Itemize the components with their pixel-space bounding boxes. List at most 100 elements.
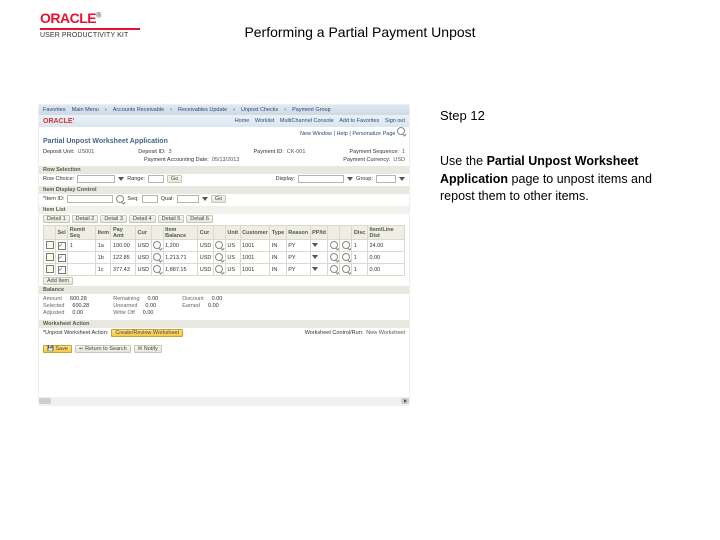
lookup-icon[interactable] xyxy=(215,241,223,249)
currency-value: USD xyxy=(393,157,405,163)
link-worklist[interactable]: Worklist xyxy=(255,118,274,124)
chevron-down-icon[interactable] xyxy=(202,197,208,201)
worksheet-action-label: *Unpost Worksheet Action: xyxy=(43,330,108,336)
lookup-icon[interactable] xyxy=(342,253,350,261)
remaining-label: Remaining xyxy=(113,296,139,302)
item-id-label: *Item ID: xyxy=(43,196,64,202)
item-id-input[interactable] xyxy=(67,195,113,203)
qual-select[interactable] xyxy=(177,195,199,203)
select-checkbox[interactable]: ✓ xyxy=(58,242,66,250)
select-checkbox[interactable]: ✓ xyxy=(58,254,66,262)
link-home[interactable]: Home xyxy=(235,118,250,124)
item-display-controls: *Item ID: Seq: Qual: Go xyxy=(39,194,409,204)
section-row-selection: Row Selection xyxy=(39,166,409,174)
chevron-down-icon[interactable] xyxy=(118,177,124,181)
range-input[interactable] xyxy=(148,175,164,183)
grid-row[interactable]: ✓ 1b 122.85 USD 1,213.71 USD US 1001 IN … xyxy=(44,252,405,264)
chevron-down-icon[interactable] xyxy=(312,255,318,259)
group-label: Group: xyxy=(356,176,373,182)
seq-label: Seq: xyxy=(127,196,138,202)
breadcrumb-item[interactable]: Main Menu xyxy=(72,107,99,113)
notify-button[interactable]: ✉ Notify xyxy=(134,345,162,353)
lookup-icon[interactable] xyxy=(153,265,161,273)
payment-id-label: Payment ID: xyxy=(254,149,284,155)
acct-date-label: Payment Accounting Date: xyxy=(144,157,209,163)
display-select[interactable] xyxy=(298,175,344,183)
chevron-down-icon[interactable] xyxy=(312,267,318,271)
select-checkbox[interactable]: ✓ xyxy=(58,266,66,274)
lookup-icon[interactable] xyxy=(116,195,124,203)
deposit-id-label: Deposit ID: xyxy=(138,149,165,155)
lookup-icon[interactable] xyxy=(153,253,161,261)
breadcrumb-item[interactable]: Receivables Update xyxy=(178,107,227,113)
breadcrumb-item[interactable]: Favorites xyxy=(43,107,66,113)
header-row-1: Deposit Unit: US001 Deposit ID: 3 Paymen… xyxy=(39,148,409,156)
adjusted-value: 0.00 xyxy=(72,310,83,316)
chevron-down-icon[interactable] xyxy=(312,243,318,247)
create-review-button[interactable]: Create/Review Worksheet xyxy=(111,329,183,337)
row-choice-select[interactable] xyxy=(77,175,115,183)
link-new-window[interactable]: New Window xyxy=(300,131,332,137)
grid-row[interactable]: ✓ 1c 377.43 USD 1,887.15 USD US 1001 IN … xyxy=(44,264,405,276)
display-label: Display: xyxy=(276,176,296,182)
currency-label: Payment Currency: xyxy=(343,157,390,163)
lookup-icon[interactable] xyxy=(330,241,338,249)
breadcrumb-item[interactable]: Unpost Checks xyxy=(241,107,278,113)
lookup-icon[interactable] xyxy=(215,253,223,261)
lookup-icon[interactable] xyxy=(153,241,161,249)
chevron-down-icon[interactable] xyxy=(347,177,353,181)
selected-label: Selected xyxy=(43,303,64,309)
breadcrumb-item[interactable]: Accounts Receivable xyxy=(113,107,164,113)
breadcrumb-item[interactable]: Payment Group xyxy=(292,107,331,113)
lookup-icon[interactable] xyxy=(342,241,350,249)
tab-detail-2[interactable]: Detail 2 xyxy=(72,215,99,223)
group-select[interactable] xyxy=(376,175,396,183)
writeoff-label: Write Off xyxy=(113,310,135,316)
go-button[interactable]: Go xyxy=(167,175,182,183)
document-icon[interactable] xyxy=(46,265,54,273)
document-icon[interactable] xyxy=(46,253,54,261)
deposit-unit-value: US001 xyxy=(78,149,95,155)
save-button[interactable]: 💾 Save xyxy=(43,345,72,353)
link-favorites[interactable]: Add to Favorites xyxy=(339,118,379,124)
go-button[interactable]: Go xyxy=(211,195,226,203)
row-selection-controls: Row Choice: Range: Go Display: Group: xyxy=(39,174,409,184)
step-label: Step 12 xyxy=(440,108,690,123)
tab-detail-5[interactable]: Detail 5 xyxy=(158,215,185,223)
lookup-icon[interactable] xyxy=(330,253,338,261)
tab-detail-6[interactable]: Detail 6 xyxy=(186,215,213,223)
grid-tabs: Detail 1 Detail 2 Detail 3 Detail 4 Deta… xyxy=(39,214,409,224)
earned-label: Earned xyxy=(182,303,200,309)
remaining-value: 0.00 xyxy=(148,296,159,302)
seq-input[interactable] xyxy=(142,195,158,203)
section-worksheet-action: Worksheet Action xyxy=(39,320,409,328)
qual-label: Qual: xyxy=(161,196,174,202)
row-choice-label: Row Choice: xyxy=(43,176,74,182)
lookup-icon[interactable] xyxy=(215,265,223,273)
return-button[interactable]: ↩ Return to Search xyxy=(75,345,131,353)
amount-value: 600.28 xyxy=(70,296,87,302)
link-help[interactable]: Help xyxy=(337,131,348,137)
deposit-unit-label: Deposit Unit: xyxy=(43,149,75,155)
discount-value: 0.00 xyxy=(212,296,223,302)
lookup-icon[interactable] xyxy=(342,265,350,273)
document-icon[interactable] xyxy=(46,241,54,249)
scroll-right-icon[interactable] xyxy=(401,398,409,404)
link-personalize[interactable]: Personalize Page xyxy=(352,131,395,137)
app-header: ORACLE' Home Worklist MultiChannel Conso… xyxy=(39,115,409,127)
grid-row[interactable]: ✓ 1 1a 100.00 USD 1,200 USD US 1001 IN P… xyxy=(44,240,405,252)
add-item-button[interactable]: Add Item xyxy=(43,277,73,285)
app-screenshot: Favorites Main Menu› Accounts Receivable… xyxy=(38,104,410,406)
scroll-thumb[interactable] xyxy=(41,398,51,404)
chevron-down-icon[interactable] xyxy=(399,177,405,181)
range-label: Range: xyxy=(127,176,145,182)
lookup-icon[interactable] xyxy=(330,265,338,273)
link-signout[interactable]: Sign out xyxy=(385,118,405,124)
tab-detail-4[interactable]: Detail 4 xyxy=(129,215,156,223)
tab-detail-1[interactable]: Detail 1 xyxy=(43,215,70,223)
link-console[interactable]: MultiChannel Console xyxy=(280,118,334,124)
tab-detail-3[interactable]: Detail 3 xyxy=(100,215,127,223)
selected-value: 600.28 xyxy=(72,303,89,309)
horizontal-scrollbar[interactable] xyxy=(39,397,409,405)
item-grid: Sel Remit Seq Item Pay Amt Cur Item Bala… xyxy=(43,225,405,276)
